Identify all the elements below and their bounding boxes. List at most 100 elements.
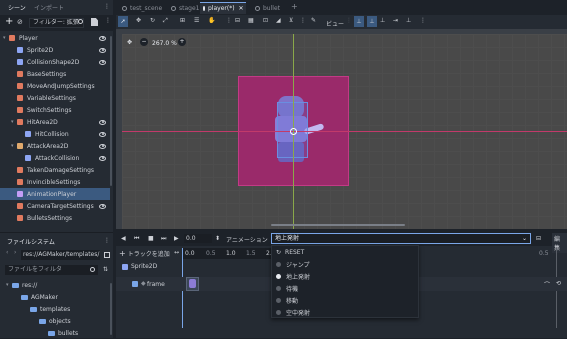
- option-air-fire[interactable]: 空中発射: [276, 307, 310, 318]
- tree-item[interactable]: AnimationPlayer: [0, 188, 110, 200]
- file-tree-item[interactable]: objects: [0, 315, 71, 327]
- tree-item[interactable]: SwitchSettings: [0, 104, 110, 116]
- nav-back-icon[interactable]: ‹: [6, 249, 8, 256]
- tab-bullet[interactable]: bullet: [252, 3, 283, 13]
- tree-item[interactable]: CameraTargetSettings: [0, 200, 110, 212]
- file-search-icon[interactable]: [90, 267, 95, 272]
- visibility-eye-icon[interactable]: [99, 155, 106, 161]
- tree-item[interactable]: MoveAndJumpSettings: [0, 80, 110, 92]
- visibility-eye-icon[interactable]: [99, 119, 106, 125]
- tree-item[interactable]: BulletsSettings: [0, 212, 110, 224]
- tab-scene[interactable]: シーン: [8, 3, 26, 12]
- option-idle[interactable]: 待機: [276, 283, 298, 294]
- track-enable-checkbox[interactable]: [132, 281, 138, 287]
- eyedropper-icon[interactable]: ✎: [311, 17, 316, 24]
- visibility-eye-icon[interactable]: [99, 131, 106, 137]
- option-ground-fire[interactable]: 地上発射: [276, 271, 310, 282]
- stop-icon[interactable]: ■: [148, 235, 154, 242]
- dock-menu-icon[interactable]: ⋮: [104, 3, 110, 10]
- visibility-eye-icon[interactable]: [99, 47, 106, 53]
- option-jump[interactable]: ジャンプ: [276, 259, 310, 270]
- canvas-h-scrollbar[interactable]: [271, 224, 405, 226]
- add-node-icon[interactable]: +: [5, 16, 13, 27]
- scene-tree-scrollbar[interactable]: [110, 36, 112, 186]
- anchor-left-icon[interactable]: ⊥: [367, 16, 377, 27]
- origin-marker[interactable]: [290, 128, 297, 135]
- search-icon[interactable]: [78, 19, 83, 24]
- list-tool-icon[interactable]: ☰: [194, 17, 199, 24]
- tab-player[interactable]: player(*) ✕: [200, 2, 246, 14]
- scene-menu-icon[interactable]: ⋮: [105, 17, 111, 24]
- anchor-bottom-icon[interactable]: ⊥: [406, 17, 411, 24]
- visibility-eye-icon[interactable]: [99, 35, 106, 41]
- anchor-center-icon[interactable]: ⊥: [380, 17, 385, 24]
- close-tab-icon[interactable]: ✕: [239, 5, 244, 12]
- pan-handle-icon[interactable]: ✥: [127, 39, 132, 46]
- add-tab-icon[interactable]: +: [288, 1, 301, 11]
- move-tool-icon[interactable]: ✥: [136, 17, 141, 24]
- pan-tool-icon[interactable]: ✋: [208, 17, 215, 24]
- visibility-eye-icon[interactable]: [99, 59, 106, 65]
- play-icon[interactable]: ▶: [174, 235, 179, 242]
- split-view-icon[interactable]: [104, 252, 110, 258]
- play-backward-icon[interactable]: ◀: [121, 235, 126, 242]
- skeleton-icon[interactable]: ⊻: [289, 17, 293, 24]
- canvas-more-icon[interactable]: ⋮: [420, 17, 426, 24]
- tree-item[interactable]: ▾ AttackArea2D: [0, 140, 110, 152]
- lock-icon[interactable]: ⊡: [263, 17, 268, 24]
- link-icon[interactable]: ⊘: [17, 18, 23, 26]
- filesystem-title[interactable]: ファイルシステム: [7, 237, 55, 246]
- tree-item[interactable]: ▾ Player: [0, 32, 110, 44]
- add-track-button[interactable]: + トラックを追加: [119, 249, 170, 258]
- visibility-eye-icon[interactable]: [99, 143, 106, 149]
- rotate-tool-icon[interactable]: ↻: [150, 17, 155, 24]
- ruler-tool-icon[interactable]: ⊞: [180, 17, 185, 24]
- zoom-in-icon[interactable]: +: [178, 38, 186, 46]
- timeline-link-icon[interactable]: ↔: [174, 249, 179, 256]
- tree-item[interactable]: CollisionShape2D: [0, 56, 110, 68]
- script-icon[interactable]: [91, 18, 98, 26]
- filesystem-path-field[interactable]: res://AGMaker/templates/: [21, 250, 100, 260]
- grid-snap-icon[interactable]: ⊟: [235, 17, 240, 24]
- time-field[interactable]: 0.0: [184, 234, 212, 243]
- toolbar-more-icon[interactable]: ⋮: [300, 17, 306, 24]
- nav-forward-icon[interactable]: ›: [14, 249, 16, 256]
- scene-filter-input[interactable]: フィルター: 拡張: [29, 18, 84, 28]
- tab-import[interactable]: インポート: [34, 3, 64, 12]
- filesystem-menu-icon[interactable]: ⋮: [104, 237, 110, 244]
- play-backward-start-icon[interactable]: ⏮: [134, 235, 139, 243]
- visibility-eye-icon[interactable]: [99, 203, 106, 209]
- anchor-tool-icon[interactable]: ⊥: [354, 16, 364, 27]
- animation-select[interactable]: 地上発射 ⌄: [271, 233, 531, 244]
- tree-item[interactable]: ▾ HitArea2D: [0, 116, 110, 128]
- time-spin-icon[interactable]: ⬍: [215, 235, 220, 242]
- viewport-canvas[interactable]: ✥ − 267.0 % +: [116, 29, 567, 229]
- tab-test-scene[interactable]: test_scene: [119, 3, 165, 13]
- file-filter-input[interactable]: ファイルをフィルタ: [5, 265, 98, 275]
- option-reset[interactable]: ↻ RESET: [276, 247, 304, 258]
- scale-tool-icon[interactable]: ⤢: [163, 17, 168, 25]
- snap-icon[interactable]: ⋮: [226, 17, 232, 24]
- animation-tools-icon[interactable]: ⊟: [536, 235, 541, 242]
- tree-item[interactable]: AttackCollision: [0, 152, 110, 164]
- zoom-out-icon[interactable]: −: [140, 38, 148, 46]
- tab-stage1[interactable]: stage1: [168, 3, 202, 13]
- option-move[interactable]: 移動: [276, 295, 298, 306]
- edit-button[interactable]: 編集: [552, 233, 567, 253]
- anchor-right-icon[interactable]: ⇥: [393, 17, 398, 24]
- sort-icon[interactable]: ⇅: [103, 266, 108, 273]
- play-start-icon[interactable]: ⏭: [161, 235, 166, 243]
- zoom-level[interactable]: 267.0 %: [152, 40, 177, 47]
- tree-item[interactable]: Sprite2D: [0, 44, 110, 56]
- file-tree-item[interactable]: templates: [0, 303, 70, 315]
- track-group-sprite2d[interactable]: Sprite2D: [122, 263, 157, 270]
- track-interp-icon[interactable]: ⌒: [544, 280, 550, 289]
- tree-item[interactable]: InvincibleSettings: [0, 176, 110, 188]
- grid-icon[interactable]: ▦: [248, 17, 254, 24]
- tree-item[interactable]: TakenDamageSettings: [0, 164, 110, 176]
- tree-item[interactable]: HitCollision: [0, 128, 110, 140]
- file-tree-item[interactable]: AGMaker: [0, 291, 58, 303]
- view-menu[interactable]: ビュー: [326, 19, 344, 28]
- filesystem-scrollbar[interactable]: [110, 283, 112, 335]
- tree-item[interactable]: VariableSettings: [0, 92, 110, 104]
